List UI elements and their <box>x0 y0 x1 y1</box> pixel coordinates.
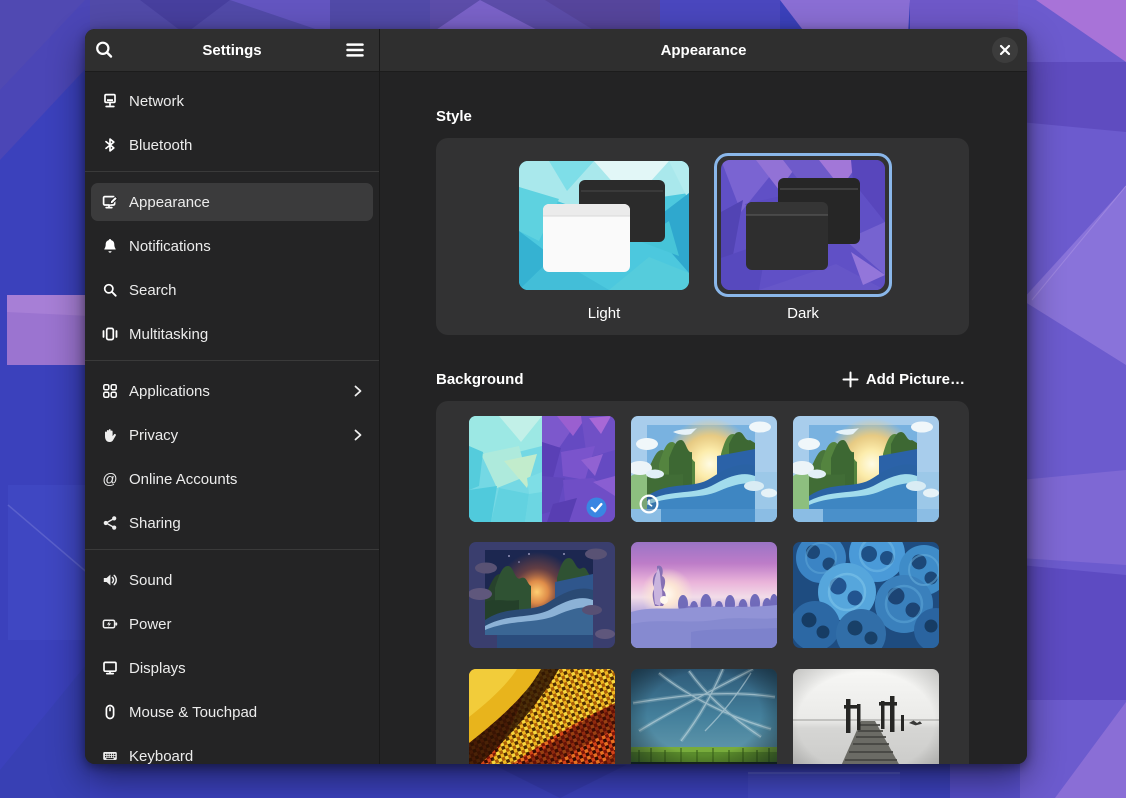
svg-text:@: @ <box>102 471 117 487</box>
